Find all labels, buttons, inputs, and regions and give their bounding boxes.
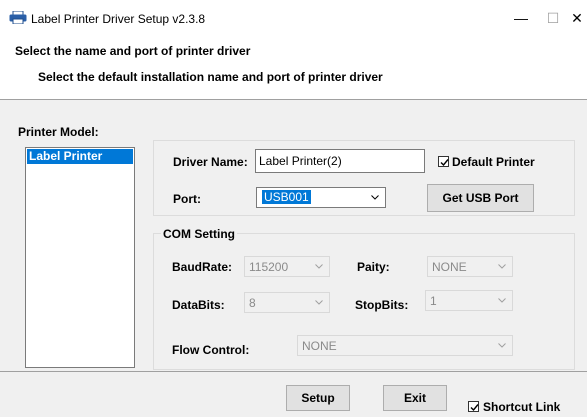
flow-control-label: Flow Control: (172, 343, 250, 357)
parity-select[interactable]: NONE (427, 256, 513, 277)
driver-name-label: Driver Name: (173, 155, 248, 169)
driver-name-input[interactable]: Label Printer(2) (255, 149, 425, 173)
checkmark-icon (470, 404, 479, 412)
chevron-down-icon (498, 343, 506, 348)
shortcut-link-checkbox[interactable] (468, 401, 479, 412)
printer-model-list[interactable]: Label Printer (25, 147, 135, 368)
baudrate-label: BaudRate: (172, 260, 233, 274)
shortcut-link-label: Shortcut Link (483, 400, 561, 414)
window-title: Label Printer Driver Setup v2.3.8 (31, 12, 206, 26)
baudrate-select[interactable]: 115200 (244, 256, 330, 277)
stopbits-select[interactable]: 1 (425, 290, 513, 311)
header-subtitle: Select the default installation name and… (38, 70, 383, 84)
parity-label: Paity: (357, 260, 390, 274)
chevron-down-icon (315, 300, 323, 305)
maximize-button[interactable]: ☐ (539, 8, 567, 28)
flow-control-value: NONE (302, 339, 337, 353)
parity-value: NONE (432, 260, 467, 274)
databits-value: 8 (249, 296, 256, 310)
databits-select[interactable]: 8 (244, 292, 330, 313)
default-printer-label: Default Printer (452, 155, 535, 169)
chevron-down-icon (315, 264, 323, 269)
close-button[interactable]: ✕ (567, 8, 587, 28)
checkmark-icon (440, 159, 449, 167)
port-select[interactable]: USB001 (256, 187, 386, 208)
chevron-down-icon (498, 264, 506, 269)
minimize-button[interactable]: — (507, 8, 535, 28)
default-printer-checkbox[interactable] (438, 156, 449, 167)
setup-window: Label Printer Driver Setup v2.3.8 — ☐ ✕ … (0, 0, 587, 417)
stopbits-value: 1 (430, 294, 437, 308)
chevron-down-icon (498, 298, 506, 303)
title-bar[interactable]: Label Printer Driver Setup v2.3.8 — ☐ ✕ (0, 0, 587, 34)
printer-icon (9, 10, 27, 25)
footer-divider (0, 371, 587, 372)
setup-button[interactable]: Setup (286, 385, 350, 411)
port-value: USB001 (262, 190, 311, 204)
header-panel: Select the name and port of printer driv… (0, 34, 587, 100)
printer-model-label: Printer Model: (18, 125, 99, 139)
header-title: Select the name and port of printer driv… (15, 44, 251, 58)
com-setting-title: COM Setting (161, 227, 237, 241)
list-item[interactable]: Label Printer (27, 149, 133, 164)
stopbits-label: StopBits: (355, 298, 409, 312)
flow-control-select[interactable]: NONE (297, 335, 513, 356)
exit-button[interactable]: Exit (383, 385, 447, 411)
chevron-down-icon (371, 195, 379, 200)
baudrate-value: 115200 (249, 260, 289, 274)
get-usb-port-button[interactable]: Get USB Port (427, 184, 534, 212)
databits-label: DataBits: (172, 298, 225, 312)
port-label: Port: (173, 192, 201, 206)
